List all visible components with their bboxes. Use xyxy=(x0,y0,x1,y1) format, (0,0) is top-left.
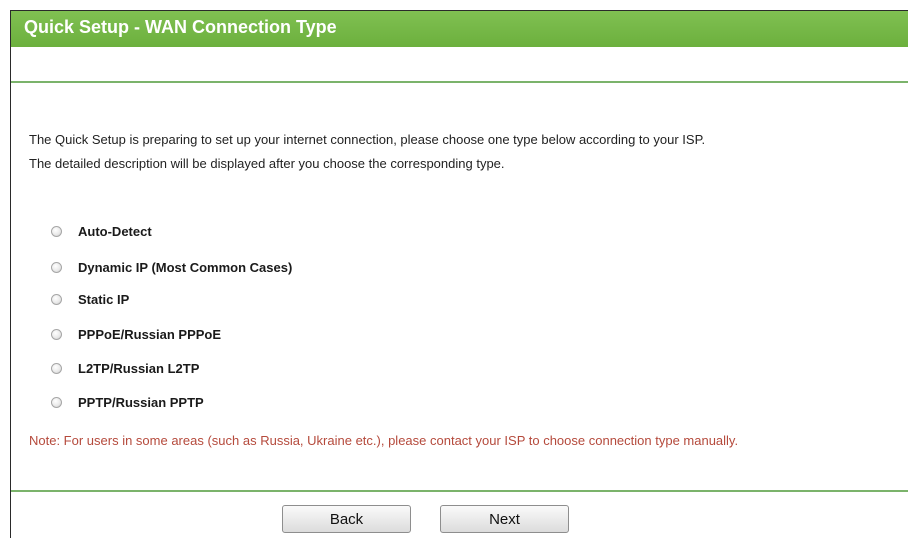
option-pptp[interactable]: PPTP/Russian PPTP xyxy=(51,392,204,412)
option-dynamic-ip[interactable]: Dynamic IP (Most Common Cases) xyxy=(51,257,292,277)
radio-static-ip[interactable] xyxy=(51,293,62,305)
option-l2tp[interactable]: L2TP/Russian L2TP xyxy=(51,358,199,378)
option-pppoe[interactable]: PPPoE/Russian PPPoE xyxy=(51,324,221,344)
intro-text-line-2: The detailed description will be display… xyxy=(29,156,505,171)
option-label: L2TP/Russian L2TP xyxy=(78,360,200,376)
option-label: Auto-Detect xyxy=(78,223,152,239)
radio-pppoe[interactable] xyxy=(51,328,62,340)
title-bar: Quick Setup - WAN Connection Type xyxy=(11,11,908,47)
divider-top xyxy=(11,81,908,83)
next-button[interactable]: Next xyxy=(440,505,569,533)
radio-l2tp[interactable] xyxy=(51,362,62,374)
option-static-ip[interactable]: Static IP xyxy=(51,289,129,309)
back-button[interactable]: Back xyxy=(282,505,411,533)
option-label: Dynamic IP (Most Common Cases) xyxy=(78,259,293,275)
page-title: Quick Setup - WAN Connection Type xyxy=(24,17,337,37)
connection-type-note: Note: For users in some areas (such as R… xyxy=(29,433,739,448)
setup-panel: Quick Setup - WAN Connection Type The Qu… xyxy=(10,10,908,538)
option-label: Static IP xyxy=(78,291,130,307)
option-auto-detect[interactable]: Auto-Detect xyxy=(51,221,152,241)
option-label: PPTP/Russian PPTP xyxy=(78,394,204,410)
radio-dynamic-ip[interactable] xyxy=(51,261,62,273)
option-label: PPPoE/Russian PPPoE xyxy=(78,326,222,342)
intro-text-line-1: The Quick Setup is preparing to set up y… xyxy=(29,132,706,147)
divider-bottom xyxy=(11,490,908,492)
radio-pptp[interactable] xyxy=(51,396,62,408)
radio-auto-detect[interactable] xyxy=(51,225,62,237)
